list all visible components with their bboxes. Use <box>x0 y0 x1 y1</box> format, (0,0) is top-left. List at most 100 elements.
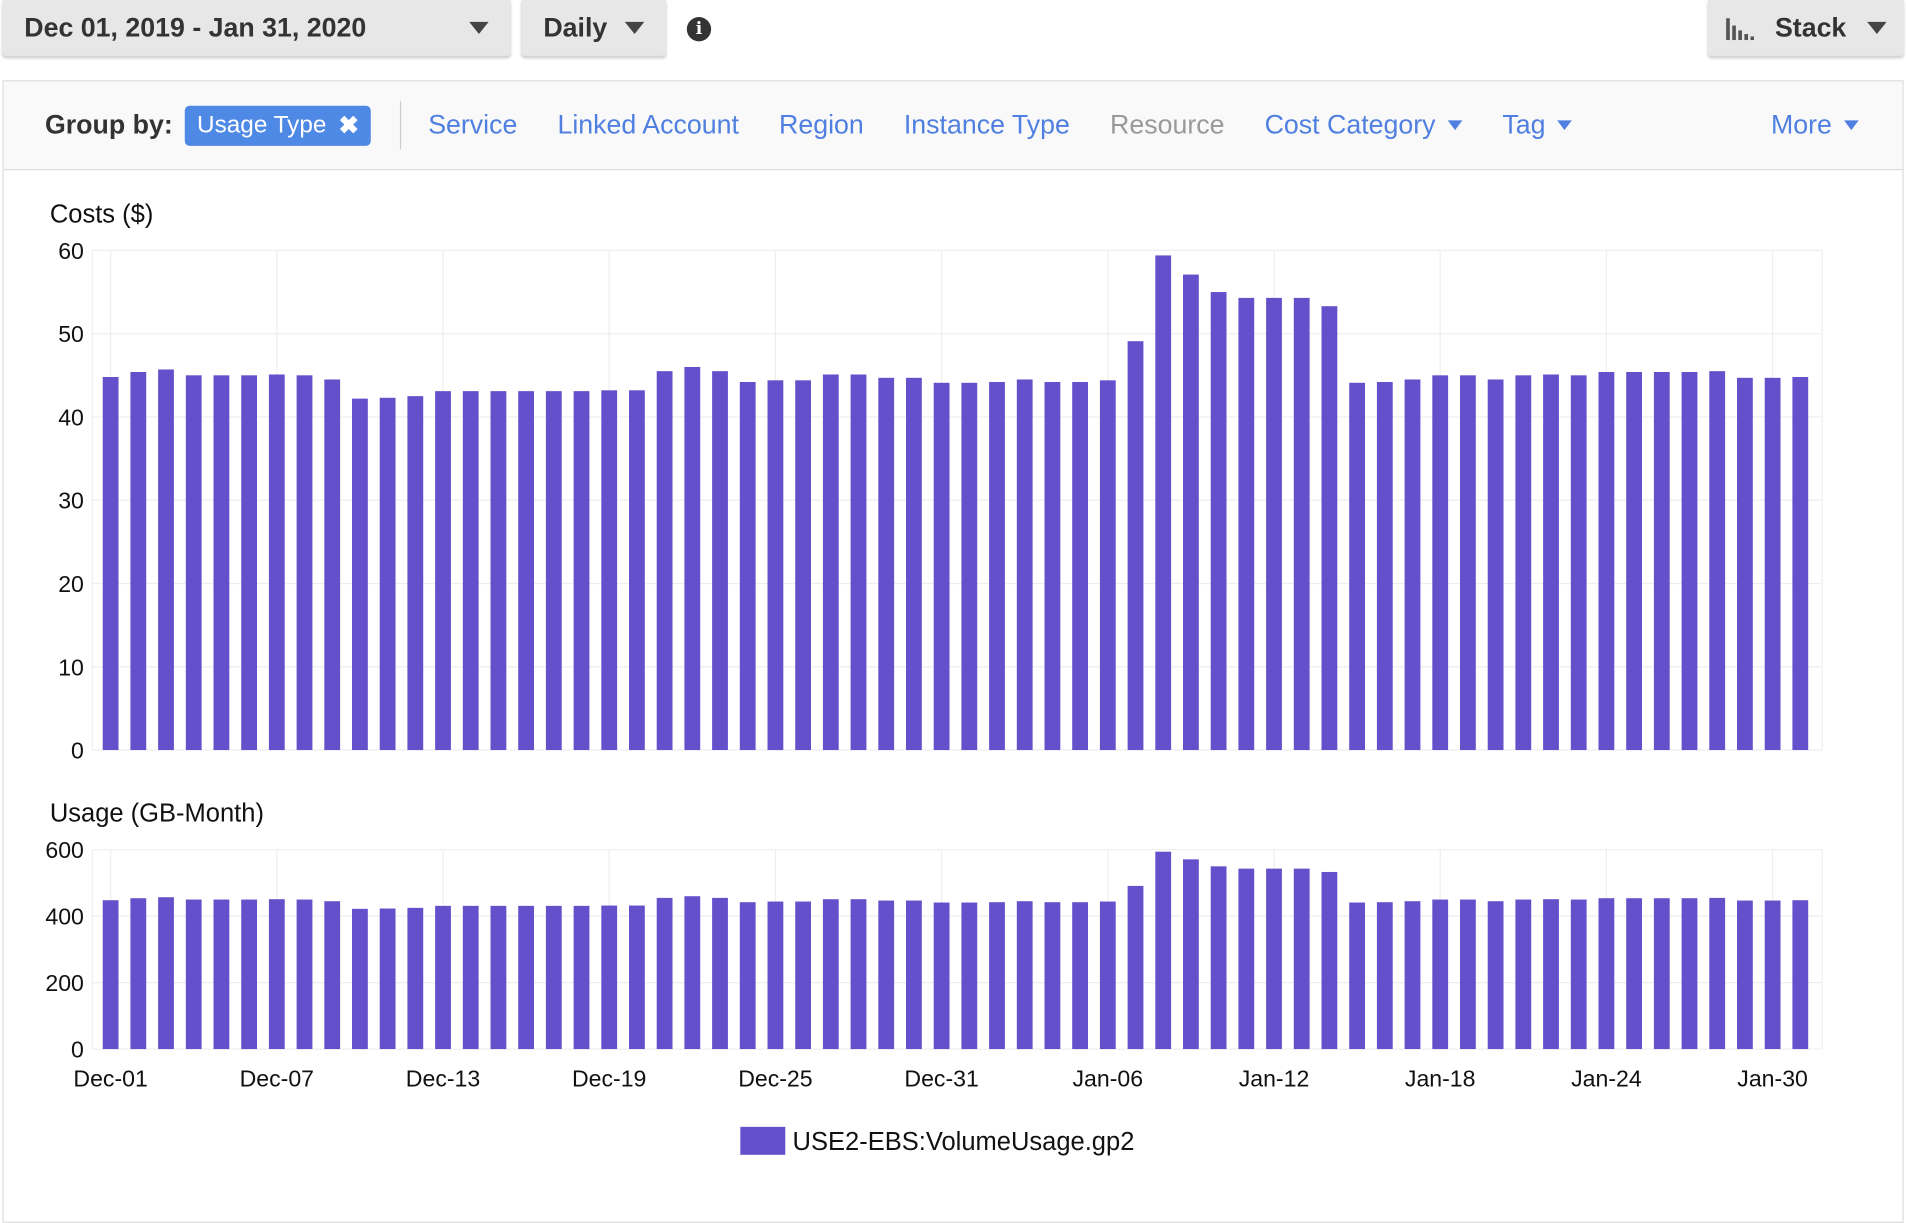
bar[interactable] <box>407 396 424 751</box>
bar[interactable] <box>906 377 922 751</box>
bar[interactable] <box>545 905 562 1050</box>
bar[interactable] <box>573 391 590 751</box>
bar[interactable] <box>1737 900 1753 1050</box>
bar[interactable] <box>1709 371 1726 751</box>
bar[interactable] <box>1432 899 1449 1050</box>
bar[interactable] <box>352 398 368 751</box>
bar[interactable] <box>1349 902 1366 1050</box>
bar[interactable] <box>822 374 839 751</box>
bar[interactable] <box>795 901 812 1050</box>
bar[interactable] <box>268 899 285 1050</box>
bar[interactable] <box>1792 900 1809 1050</box>
bar[interactable] <box>629 905 645 1050</box>
bar[interactable] <box>767 380 784 751</box>
bar[interactable] <box>102 900 119 1050</box>
bar[interactable] <box>739 381 756 751</box>
bar[interactable] <box>1072 902 1089 1050</box>
bar[interactable] <box>656 897 673 1050</box>
bar[interactable] <box>1016 379 1033 751</box>
bar[interactable] <box>1515 375 1532 751</box>
legend[interactable]: USE2-EBS:VolumeUsage.gp2 <box>740 1126 1134 1156</box>
bar[interactable] <box>130 371 147 751</box>
bar[interactable] <box>989 381 1005 751</box>
bar[interactable] <box>878 377 895 751</box>
bar[interactable] <box>1432 375 1449 751</box>
bar[interactable] <box>324 901 341 1050</box>
bar[interactable] <box>1210 866 1227 1050</box>
bar[interactable] <box>1293 868 1310 1050</box>
bar[interactable] <box>1598 898 1615 1050</box>
bar[interactable] <box>1792 376 1809 751</box>
bar[interactable] <box>185 899 202 1050</box>
bar[interactable] <box>1376 381 1393 751</box>
bar[interactable] <box>1487 379 1504 751</box>
bar[interactable] <box>1543 374 1559 751</box>
bar[interactable] <box>379 908 396 1050</box>
bar[interactable] <box>462 391 479 751</box>
bar[interactable] <box>130 898 147 1050</box>
bar[interactable] <box>158 897 174 1050</box>
bar[interactable] <box>490 391 507 751</box>
bar[interactable] <box>1127 885 1144 1050</box>
bar[interactable] <box>767 901 784 1050</box>
bar[interactable] <box>878 900 895 1050</box>
bar[interactable] <box>1570 375 1587 751</box>
bar[interactable] <box>961 382 978 751</box>
bar[interactable] <box>1238 297 1255 751</box>
bar[interactable] <box>1044 381 1061 751</box>
bar[interactable] <box>850 899 867 1050</box>
bar[interactable] <box>1653 898 1670 1050</box>
bar[interactable] <box>601 390 618 751</box>
bar[interactable] <box>1653 371 1670 751</box>
bar[interactable] <box>656 371 673 751</box>
bar[interactable] <box>1210 292 1227 751</box>
bar[interactable] <box>435 905 451 1050</box>
bar[interactable] <box>1044 902 1061 1050</box>
bar[interactable] <box>1626 371 1643 751</box>
bar[interactable] <box>435 391 451 751</box>
bar[interactable] <box>1376 902 1393 1050</box>
bar[interactable] <box>241 899 258 1050</box>
bar[interactable] <box>324 379 341 751</box>
bar[interactable] <box>1764 377 1781 751</box>
bar[interactable] <box>1072 381 1089 751</box>
bar[interactable] <box>850 374 867 751</box>
bar[interactable] <box>1321 306 1338 751</box>
bar[interactable] <box>185 375 202 751</box>
bar[interactable] <box>989 902 1005 1050</box>
bar[interactable] <box>601 905 618 1050</box>
bar[interactable] <box>545 391 562 751</box>
bar[interactable] <box>268 374 285 751</box>
bar[interactable] <box>1681 898 1698 1050</box>
bar[interactable] <box>822 899 839 1050</box>
bar[interactable] <box>739 902 756 1050</box>
bar[interactable] <box>518 905 535 1050</box>
bar[interactable] <box>795 380 812 751</box>
bar[interactable] <box>102 376 119 751</box>
bar[interactable] <box>712 897 728 1050</box>
bar[interactable] <box>629 390 645 751</box>
bar[interactable] <box>1016 901 1033 1050</box>
bar[interactable] <box>1626 898 1643 1050</box>
bar[interactable] <box>407 907 424 1050</box>
bar[interactable] <box>1460 375 1476 751</box>
bar[interactable] <box>573 905 590 1050</box>
bar[interactable] <box>1266 868 1282 1050</box>
bar[interactable] <box>1543 899 1559 1050</box>
bar[interactable] <box>462 905 479 1050</box>
bar[interactable] <box>1460 899 1476 1050</box>
bar[interactable] <box>1293 297 1310 751</box>
bar[interactable] <box>1764 900 1781 1050</box>
bar[interactable] <box>352 908 368 1050</box>
bar[interactable] <box>684 896 701 1050</box>
bar[interactable] <box>1709 897 1726 1050</box>
bar[interactable] <box>518 391 535 751</box>
bar[interactable] <box>1404 379 1421 751</box>
bar[interactable] <box>1598 371 1615 751</box>
bar[interactable] <box>1099 380 1116 751</box>
bar[interactable] <box>712 371 728 751</box>
bar[interactable] <box>684 366 701 751</box>
bar[interactable] <box>1266 297 1282 751</box>
bar[interactable] <box>213 375 230 751</box>
bar[interactable] <box>490 905 507 1050</box>
